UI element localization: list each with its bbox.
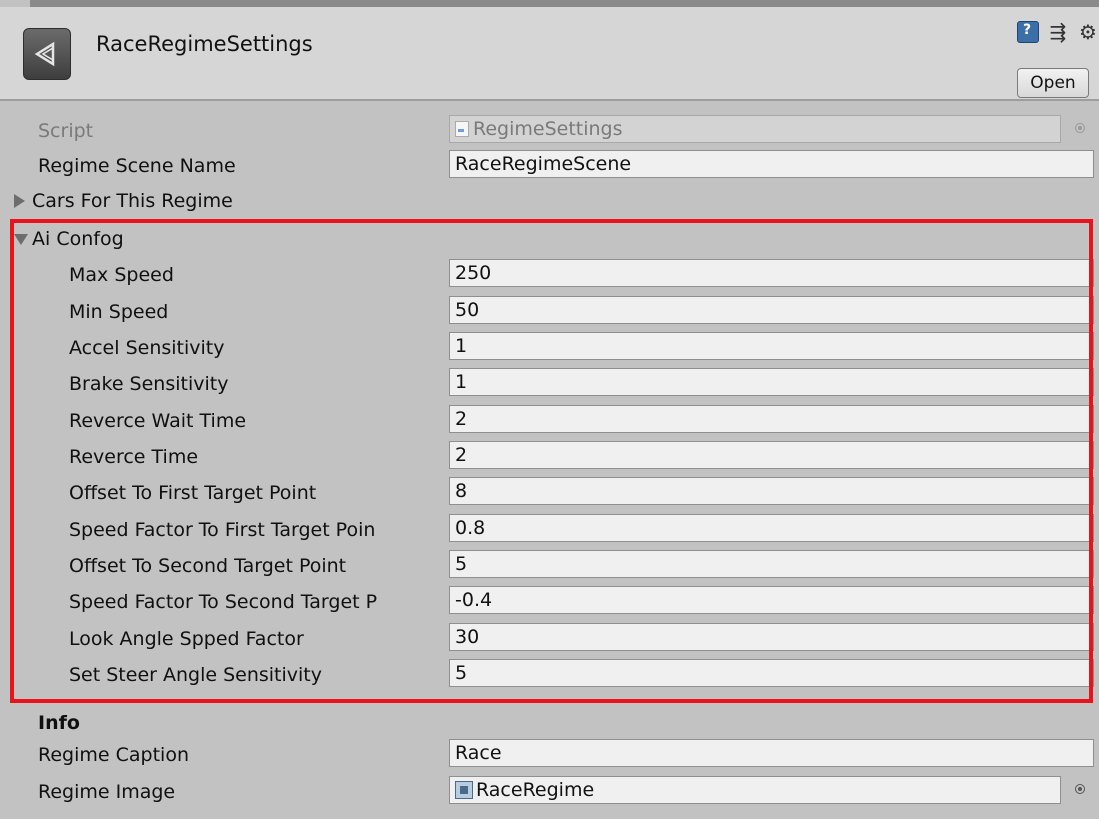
ai-field-label: Look Angle Spped Factor [69,628,304,650]
image-value: RaceRegime [476,779,595,801]
unity-logo-icon [23,28,71,80]
accel-sensitivity-input[interactable]: 1 [449,332,1094,360]
caption-label: Regime Caption [38,744,189,766]
preset-settings-icon[interactable]: ⇶ [1047,21,1069,43]
gear-icon[interactable]: ⚙ [1077,21,1099,43]
ai-field-row: Offset To Second Target Point 5 [0,548,1099,584]
object-picker-icon [1075,123,1085,133]
cars-foldout-row[interactable]: Cars For This Regime [0,183,1099,219]
inspector-header: RaceRegimeSettings ⇶ ⚙ Open [0,7,1099,101]
ai-field-row: Set Steer Angle Sensitivity 5 [0,657,1099,693]
ai-field-row: Reverce Time 2 [0,439,1099,475]
tab-bar-line [30,0,1099,7]
offset-first-target-input[interactable]: 8 [449,477,1094,505]
caption-row: Regime Caption Race [0,737,1099,773]
help-book-icon[interactable] [1017,21,1039,43]
info-header: Info [38,712,80,734]
script-row: Script RegimeSettings [0,113,1099,149]
asset-title: RaceRegimeSettings [96,32,313,56]
ai-field-label: Speed Factor To First Target Poin [69,519,376,541]
ai-field-label: Min Speed [69,301,169,323]
reverce-time-input[interactable]: 2 [449,441,1094,469]
scene-name-input[interactable]: RaceRegimeScene [449,150,1094,178]
ai-field-label: Speed Factor To Second Target P [69,591,378,613]
image-label: Regime Image [38,781,176,803]
script-value: RegimeSettings [473,118,623,140]
min-speed-input[interactable]: 50 [449,296,1094,324]
ai-field-row: Max Speed 250 [0,257,1099,293]
image-row: Regime Image RaceRegime [0,774,1099,810]
scene-row: Regime Scene Name RaceRegimeScene [0,148,1099,184]
ai-field-label: Offset To First Target Point [69,482,317,504]
speed-factor-first-target-input[interactable]: 0.8 [449,514,1094,542]
foldout-expanded-icon[interactable] [14,234,28,245]
ai-field-label: Offset To Second Target Point [69,555,347,577]
info-header-row: Info [0,709,1099,739]
ai-field-row: Offset To First Target Point 8 [0,475,1099,511]
ai-field-label: Set Steer Angle Sensitivity [69,664,323,686]
ai-field-row: Accel Sensitivity 1 [0,330,1099,366]
open-button[interactable]: Open [1017,68,1089,98]
ai-field-label: Reverce Wait Time [69,410,247,432]
steer-angle-sensitivity-input[interactable]: 5 [449,659,1094,687]
header-icons: ⇶ ⚙ [1017,21,1099,43]
script-file-icon [455,121,469,137]
brake-sensitivity-input[interactable]: 1 [449,368,1094,396]
regime-caption-input[interactable]: Race [449,739,1094,767]
reverce-wait-time-input[interactable]: 2 [449,405,1094,433]
ai-field-row: Look Angle Spped Factor 30 [0,621,1099,657]
max-speed-input[interactable]: 250 [449,259,1094,287]
regime-image-field[interactable]: RaceRegime [449,776,1061,804]
object-picker-icon[interactable] [1075,784,1085,794]
ai-field-row: Brake Sensitivity 1 [0,366,1099,402]
ai-field-label: Brake Sensitivity [69,373,229,395]
speed-factor-second-target-input[interactable]: -0.4 [449,586,1094,614]
ai-field-row: Speed Factor To Second Target P -0.4 [0,584,1099,620]
script-label: Script [38,120,94,142]
ai-config-label[interactable]: Ai Confog [32,228,124,250]
ai-field-label: Reverce Time [69,446,199,468]
ai-field-row: Reverce Wait Time 2 [0,403,1099,439]
script-field: RegimeSettings [449,115,1061,143]
foldout-collapsed-icon[interactable] [14,194,25,208]
ai-field-row: Speed Factor To First Target Poin 0.8 [0,512,1099,548]
scene-label: Regime Scene Name [38,155,236,177]
ai-field-label: Max Speed [69,264,174,286]
ai-field-label: Accel Sensitivity [69,337,225,359]
ai-config-foldout-row[interactable]: Ai Confog [0,221,1099,257]
ai-field-row: Min Speed 50 [0,294,1099,330]
cars-foldout-label[interactable]: Cars For This Regime [32,190,233,212]
offset-second-target-input[interactable]: 5 [449,550,1094,578]
sprite-icon [455,781,473,799]
look-angle-speed-factor-input[interactable]: 30 [449,623,1094,651]
